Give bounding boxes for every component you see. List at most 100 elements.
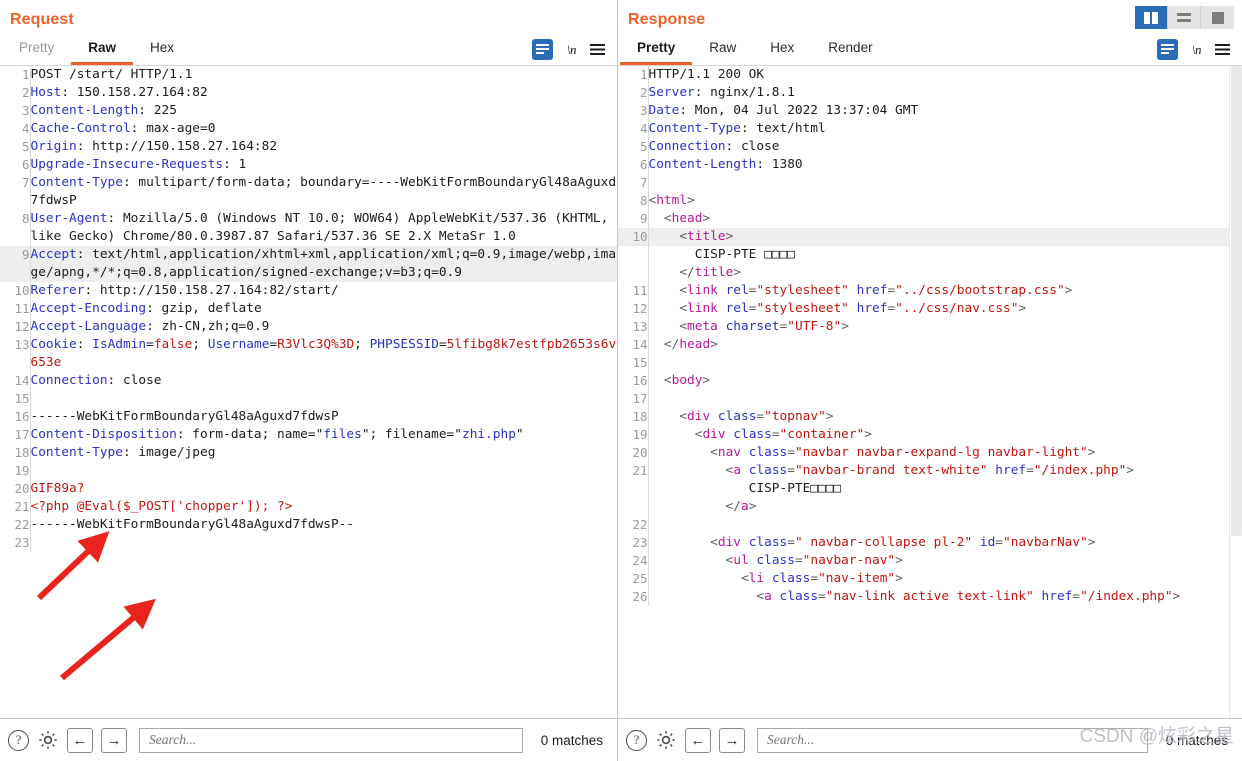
line-content: Content-Disposition: form-data; name="fi… [30, 427, 524, 442]
line-content: Accept: text/html,application/xhtml+xml,… [30, 246, 617, 282]
response-code-scroll: 1 HTTP/1.1 200 OK 2 Server: nginx/1.8.1 3 Dat… [618, 66, 1242, 718]
layout-single-button[interactable] [1201, 6, 1234, 29]
code-line: 11 Accept-Encoding: gzip, deflate [0, 300, 617, 318]
request-tabs: Pretty Raw Hex \n [0, 35, 617, 66]
hamburger-menu-icon[interactable] [1215, 44, 1230, 55]
code-line: 13 <meta charset="UTF-8"> [618, 318, 1242, 336]
search-prev-button[interactable]: ← [67, 727, 93, 753]
code-line: 23 [0, 534, 617, 552]
line-number: 23 [0, 534, 31, 552]
code-line: </title> [618, 264, 1242, 282]
tab-response-raw[interactable]: Raw [692, 36, 753, 65]
response-search-box[interactable] [757, 727, 1148, 753]
request-panel-header: Request [0, 0, 617, 30]
response-scroll-thumb[interactable] [1231, 66, 1242, 536]
line-content: Server: nginx/1.8.1 [648, 85, 795, 100]
help-icon[interactable]: ? [8, 729, 29, 751]
word-wrap-icon[interactable] [1156, 39, 1178, 60]
search-next-button[interactable]: → [719, 727, 745, 753]
code-line: 16 <body> [618, 372, 1242, 390]
line-number [618, 246, 649, 264]
code-line: 9 <head> [618, 210, 1242, 228]
help-icon[interactable]: ? [626, 729, 647, 751]
line-number: 18 [618, 408, 649, 426]
code-line: 14 </head> [618, 336, 1242, 354]
tab-response-pretty[interactable]: Pretty [620, 36, 693, 65]
request-tab-tools: \n [531, 39, 617, 65]
code-line: 14 Connection: close [0, 372, 617, 390]
code-line: 22 ------WebKitFormBoundaryGl48aAguxd7fdw… [0, 516, 617, 534]
code-line: 20 <nav class="navbar navbar-expand-lg n… [618, 444, 1242, 462]
code-line: 20 GIF89a? [0, 480, 617, 498]
line-number: 24 [618, 552, 649, 570]
line-content: </title> [648, 265, 741, 280]
tab-request-pretty[interactable]: Pretty [2, 36, 71, 65]
code-line: 8 User-Agent: Mozilla/5.0 (Windows NT 10.… [0, 210, 617, 246]
tab-response-render[interactable]: Render [811, 36, 889, 65]
word-wrap-icon[interactable] [531, 39, 553, 60]
line-number: 19 [0, 462, 31, 480]
line-content: <a class="nav-link active text-link" hre… [648, 589, 1181, 604]
line-number: 25 [618, 570, 649, 588]
code-line: 15 [0, 390, 617, 408]
layout-side-by-side-button[interactable] [1135, 6, 1168, 29]
line-number: 16 [618, 372, 649, 390]
line-content: Origin: http://150.158.27.164:82 [30, 139, 278, 154]
line-number [618, 498, 649, 516]
line-number: 26 [618, 588, 649, 606]
request-title: Request [10, 11, 74, 28]
search-prev-button[interactable]: ← [685, 727, 711, 753]
request-search-input[interactable] [147, 731, 515, 749]
tab-request-raw[interactable]: Raw [71, 36, 134, 65]
line-number: 11 [0, 300, 31, 318]
line-number: 17 [618, 390, 649, 408]
line-content: ------WebKitFormBoundaryGl48aAguxd7fdwsP [30, 409, 339, 424]
code-line: CISP-PTE □□□□ [618, 246, 1242, 264]
line-number: 21 [618, 462, 649, 480]
line-number: 15 [0, 390, 31, 408]
newline-icon[interactable]: \n [1192, 42, 1202, 58]
request-panel: Request Pretty Raw Hex \n 1 POST /start/ … [0, 0, 618, 761]
line-number: 12 [618, 300, 649, 318]
code-line: 8 <html> [618, 192, 1242, 210]
tab-request-hex[interactable]: Hex [133, 36, 191, 65]
line-content: <meta charset="UTF-8"> [648, 319, 849, 334]
response-vertical-scrollbar[interactable] [1229, 66, 1242, 718]
line-content [648, 354, 1242, 372]
line-content: CISP-PTE□□□□ [648, 481, 842, 496]
line-number: 2 [618, 84, 649, 102]
request-code-area[interactable]: 1 POST /start/ HTTP/1.1 2 Host: 150.158.27.… [0, 66, 617, 718]
line-number: 5 [618, 138, 649, 156]
code-line: 17 Content-Disposition: form-data; name="… [0, 426, 617, 444]
newline-icon[interactable]: \n [567, 42, 577, 58]
line-number: 23 [618, 534, 649, 552]
line-number: 9 [0, 246, 31, 282]
code-line: 25 <li class="nav-item"> [618, 570, 1242, 588]
line-content: <div class="container"> [648, 427, 873, 442]
tab-response-hex[interactable]: Hex [753, 36, 811, 65]
gear-icon[interactable] [655, 729, 677, 751]
code-line: CISP-PTE□□□□ [618, 480, 1242, 498]
line-number: 5 [0, 138, 31, 156]
response-search-input[interactable] [765, 731, 1140, 749]
request-search-box[interactable] [139, 727, 523, 753]
code-line: 26 <a class="nav-link active text-link" … [618, 588, 1242, 606]
response-tab-tools: \n [1156, 39, 1242, 65]
search-next-button[interactable]: → [101, 727, 127, 753]
line-number: 22 [0, 516, 31, 534]
layout-stacked-button[interactable] [1168, 6, 1201, 29]
code-line: 6 Upgrade-Insecure-Requests: 1 [0, 156, 617, 174]
code-line: 3 Content-Length: 225 [0, 102, 617, 120]
line-content: CISP-PTE □□□□ [648, 247, 795, 262]
response-code-area[interactable]: 1 HTTP/1.1 200 OK 2 Server: nginx/1.8.1 3 Dat… [618, 66, 1242, 718]
code-line: 13 Cookie: IsAdmin=false; Username=R3Vlc3… [0, 336, 617, 372]
line-number: 7 [0, 174, 31, 210]
line-content [648, 390, 1242, 408]
code-line: 12 Accept-Language: zh-CN,zh;q=0.9 [0, 318, 617, 336]
gear-icon[interactable] [37, 729, 59, 751]
code-line: 10 <title> [618, 228, 1242, 246]
line-number: 22 [618, 516, 649, 534]
split-view-icon [1144, 11, 1158, 24]
line-content: <link rel="stylesheet" href="../css/boot… [648, 283, 1073, 298]
hamburger-menu-icon[interactable] [590, 44, 605, 55]
